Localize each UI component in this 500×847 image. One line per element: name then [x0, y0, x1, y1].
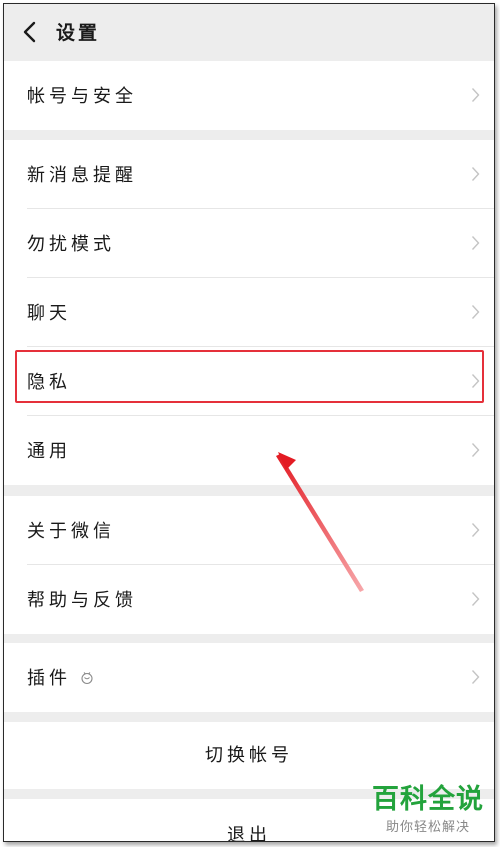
row-label: 帮助与反馈: [27, 590, 137, 611]
chevron-right-icon: [471, 443, 480, 457]
settings-group-preferences: 新消息提醒 勿扰模式 聊天 隐私 通用: [4, 140, 494, 485]
settings-row-do-not-disturb[interactable]: 勿扰模式: [4, 209, 494, 278]
chevron-right-icon: [471, 236, 480, 250]
back-chevron-left-icon[interactable]: [22, 21, 36, 43]
settings-row-general[interactable]: 通用: [4, 416, 494, 485]
header-bar: 设置: [4, 4, 494, 61]
row-label: 帐号与安全: [27, 86, 137, 107]
logout-label: 退出: [227, 825, 271, 842]
chevron-right-icon: [471, 374, 480, 388]
settings-screen: 设置 帐号与安全 新消息提醒 勿扰模式 聊天 隐私 通用 关于微信 帮助与反馈 …: [3, 3, 495, 842]
page-title: 设置: [56, 22, 101, 44]
row-label: 关于微信: [27, 521, 115, 542]
settings-group-plugins: 插件: [4, 643, 494, 712]
chevron-right-icon: [471, 167, 480, 181]
row-label: 勿扰模式: [27, 234, 115, 255]
settings-group-about: 关于微信 帮助与反馈: [4, 496, 494, 634]
settings-row-chat[interactable]: 聊天: [4, 278, 494, 347]
settings-row-account-security[interactable]: 帐号与安全: [4, 61, 494, 130]
plugin-icon: [81, 672, 93, 685]
settings-row-help-feedback[interactable]: 帮助与反馈: [4, 565, 494, 634]
row-label: 聊天: [27, 303, 71, 324]
chevron-right-icon: [471, 592, 480, 606]
chevron-right-icon: [471, 670, 480, 684]
switch-account-button[interactable]: 切换帐号: [4, 722, 494, 789]
row-label: 隐私: [27, 372, 71, 393]
chevron-right-icon: [471, 523, 480, 537]
watermark-brand: 百科全说: [372, 784, 484, 815]
row-label: 通用: [27, 441, 71, 462]
chevron-right-icon: [471, 305, 480, 319]
switch-account-label: 切换帐号: [205, 745, 293, 766]
chevron-right-icon: [471, 88, 480, 102]
settings-row-privacy[interactable]: 隐私: [4, 347, 494, 416]
watermark-logo: 百科全说 助你轻松解决: [372, 784, 484, 835]
settings-row-new-message-alert[interactable]: 新消息提醒: [4, 140, 494, 209]
settings-group-account: 帐号与安全: [4, 61, 494, 130]
row-label: 插件: [27, 668, 71, 689]
row-label: 新消息提醒: [27, 165, 137, 186]
settings-row-about-wechat[interactable]: 关于微信: [4, 496, 494, 565]
settings-row-plugins[interactable]: 插件: [4, 643, 494, 712]
watermark-slogan: 助你轻松解决: [385, 820, 470, 835]
